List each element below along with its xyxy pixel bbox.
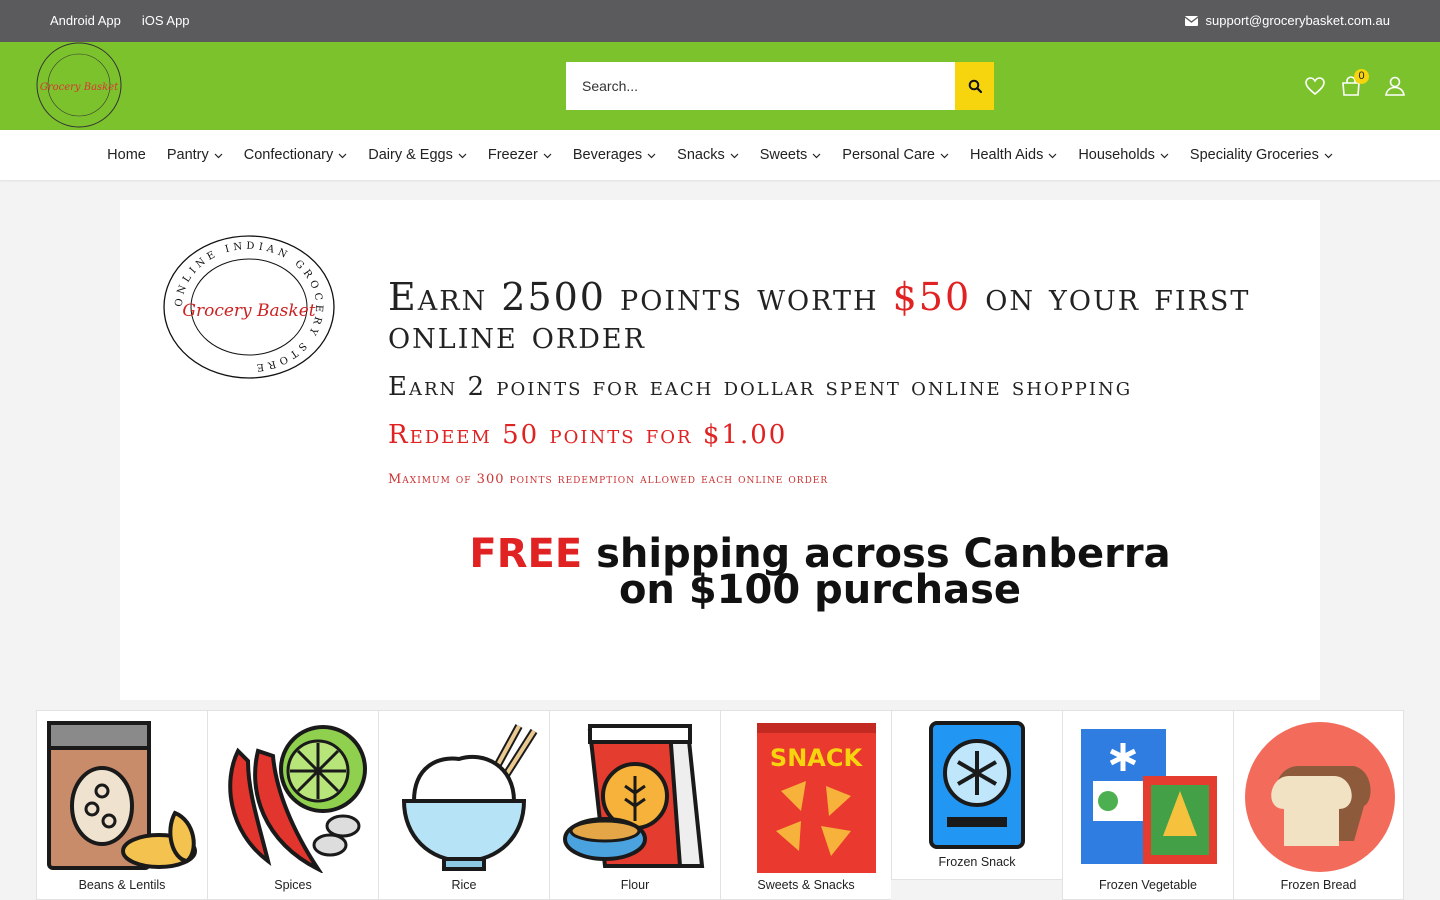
frozen-vegetable-icon — [1081, 729, 1217, 864]
free-word: FREE — [469, 531, 583, 577]
promo-banner[interactable]: ONLINE INDIAN GROCERY STORE Grocery Bask… — [120, 200, 1320, 700]
search-bar — [566, 62, 994, 110]
chevron-down-icon — [812, 153, 821, 158]
nav-confectionary[interactable]: Confectionary — [233, 147, 357, 163]
rice-bowl-icon — [401, 724, 538, 871]
nav-households[interactable]: Households — [1068, 147, 1180, 163]
snack-label-text: SNACK — [770, 744, 864, 772]
snack-bag-icon: SNACK — [757, 723, 876, 873]
cart-button[interactable]: 0 — [1340, 69, 1369, 97]
chevron-down-icon — [647, 153, 656, 158]
flour-icon — [563, 724, 705, 868]
header-icons: 0 — [1304, 69, 1406, 97]
chevron-down-icon — [338, 153, 347, 158]
chevron-down-icon — [458, 153, 467, 158]
category-label: Spices — [274, 878, 312, 892]
points-headline-value: $50 — [892, 275, 972, 319]
category-sweets-snacks[interactable]: SNACK Sweets & Snacks — [720, 710, 891, 900]
site-logo[interactable]: Grocery Basket — [35, 42, 123, 128]
nav-beverages[interactable]: Beverages — [562, 147, 666, 163]
points-headline: Earn 2500 points worth $50 on your first… — [388, 278, 1288, 354]
nav-personal-care[interactable]: Personal Care — [832, 147, 960, 163]
category-flour[interactable]: Flour — [549, 710, 720, 900]
chevron-down-icon — [730, 153, 739, 158]
nav-home[interactable]: Home — [97, 147, 157, 163]
logo-script-text: Grocery Basket — [182, 301, 315, 321]
redeem-points-text: Redeem 50 points for $1.00 — [388, 420, 788, 450]
free-shipping-text: FREE shipping across Canberra on $100 pu… — [460, 534, 1180, 610]
main-navigation: Home Pantry Confectionary Dairy & Eggs F… — [0, 130, 1440, 180]
nav-freezer[interactable]: Freezer — [477, 147, 562, 163]
chevron-down-icon — [543, 153, 552, 158]
nav-label: Health Aids — [969, 147, 1044, 163]
store-logo-stamp: ONLINE INDIAN GROCERY STORE Grocery Bask… — [163, 235, 335, 379]
support-email-text: support@grocerybasket.com.au — [1205, 13, 1390, 28]
nav-label: Home — [107, 147, 146, 163]
category-grid: Beans & Lentils Spices Rice Flour SNACK … — [36, 710, 1406, 900]
nav-label: Freezer — [487, 147, 538, 163]
header: Grocery Basket 0 — [0, 42, 1440, 130]
category-label: Beans & Lentils — [78, 878, 166, 892]
spices-icon — [228, 725, 367, 873]
nav-dairy-eggs[interactable]: Dairy & Eggs — [358, 147, 478, 163]
nav-pantry[interactable]: Pantry — [156, 147, 233, 163]
beans-lentils-icon — [47, 721, 197, 870]
nav-label: Beverages — [572, 147, 643, 163]
category-label: Sweets & Snacks — [757, 878, 855, 892]
category-beans-lentils[interactable]: Beans & Lentils — [36, 710, 207, 900]
redemption-limit-text: Maximum of 300 points redemption allowed… — [388, 472, 829, 487]
chevron-down-icon — [1324, 153, 1333, 158]
search-input[interactable] — [566, 62, 955, 110]
category-label: Frozen Snack — [938, 855, 1016, 869]
frozen-snack-icon — [929, 721, 1025, 849]
earn-points-text: Earn 2 points for each dollar spent onli… — [388, 372, 1133, 402]
nav-label: Personal Care — [842, 147, 935, 163]
account-button[interactable] — [1384, 75, 1406, 97]
nav-label: Households — [1078, 147, 1155, 163]
search-button[interactable] — [955, 62, 994, 110]
category-label: Frozen Vegetable — [1099, 878, 1197, 892]
envelope-icon — [1184, 15, 1198, 26]
category-frozen-bread[interactable]: Frozen Bread — [1233, 710, 1404, 900]
top-bar: Android App iOS App support@grocerybaske… — [0, 0, 1440, 42]
chevron-down-icon — [940, 153, 949, 158]
nav-label: Snacks — [677, 147, 725, 163]
nav-label: Sweets — [759, 147, 808, 163]
nav-label: Confectionary — [243, 147, 334, 163]
android-app-link[interactable]: Android App — [50, 13, 121, 28]
free-shipping-rest: shipping across Canberra on $100 purchas… — [582, 531, 1171, 613]
support-email[interactable]: support@grocerybasket.com.au — [1184, 13, 1390, 28]
app-links: Android App iOS App — [50, 13, 190, 28]
heart-icon — [1305, 77, 1325, 96]
category-rice[interactable]: Rice — [378, 710, 549, 900]
chevron-down-icon — [214, 153, 223, 158]
category-frozen-snack[interactable]: Frozen Snack — [891, 710, 1062, 880]
svg-text:Grocery Basket: Grocery Basket — [40, 82, 119, 93]
nav-health-aids[interactable]: Health Aids — [959, 147, 1067, 163]
category-label: Frozen Bread — [1280, 878, 1357, 892]
wishlist-button[interactable] — [1304, 75, 1326, 97]
category-frozen-vegetable[interactable]: Frozen Vegetable — [1062, 710, 1233, 900]
chevron-down-icon — [1160, 153, 1169, 158]
nav-label: Speciality Groceries — [1189, 147, 1319, 163]
nav-label: Dairy & Eggs — [368, 147, 453, 163]
ios-app-link[interactable]: iOS App — [142, 13, 190, 28]
category-spices[interactable]: Spices — [207, 710, 378, 900]
cart-count-badge: 0 — [1354, 69, 1369, 84]
search-icon — [968, 79, 982, 93]
nav-label: Pantry — [166, 147, 209, 163]
nav-speciality-groceries[interactable]: Speciality Groceries — [1179, 147, 1343, 163]
chevron-down-icon — [1048, 153, 1057, 158]
category-label: Flour — [620, 878, 650, 892]
category-label: Rice — [451, 878, 477, 892]
user-icon — [1385, 76, 1405, 96]
nav-snacks[interactable]: Snacks — [667, 147, 750, 163]
frozen-bread-icon — [1245, 722, 1395, 872]
nav-sweets[interactable]: Sweets — [749, 147, 832, 163]
